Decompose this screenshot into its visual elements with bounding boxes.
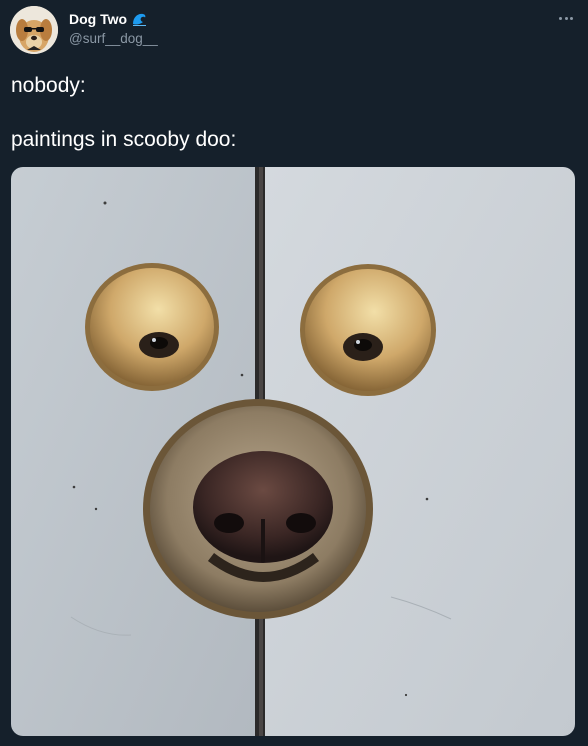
author-names: Dog Two @surf__dog__: [69, 10, 158, 46]
author-handle[interactable]: @surf__dog__: [69, 31, 158, 46]
display-name[interactable]: Dog Two: [69, 11, 127, 27]
more-options-icon: [559, 16, 563, 20]
tweet-header: Dog Two @surf__dog__: [10, 6, 578, 54]
tweet-line-1: nobody:: [11, 74, 86, 97]
more-options-icon-dot: [564, 16, 568, 20]
tweet-photo[interactable]: [11, 167, 575, 736]
tweet-card: Dog Two @surf__dog__ nobody: paintings i…: [0, 0, 588, 746]
avatar[interactable]: [10, 6, 58, 54]
more-options-icon-dot: [569, 16, 573, 20]
tweet-text: nobody: paintings in scooby doo:: [11, 72, 571, 153]
dog-avatar-icon: [10, 6, 58, 54]
wave-icon: [131, 11, 147, 27]
tweet-line-2: paintings in scooby doo:: [11, 128, 237, 151]
dog-face-photo: [11, 167, 575, 736]
name-row: Dog Two: [69, 10, 158, 28]
more-options-button[interactable]: [554, 8, 578, 28]
